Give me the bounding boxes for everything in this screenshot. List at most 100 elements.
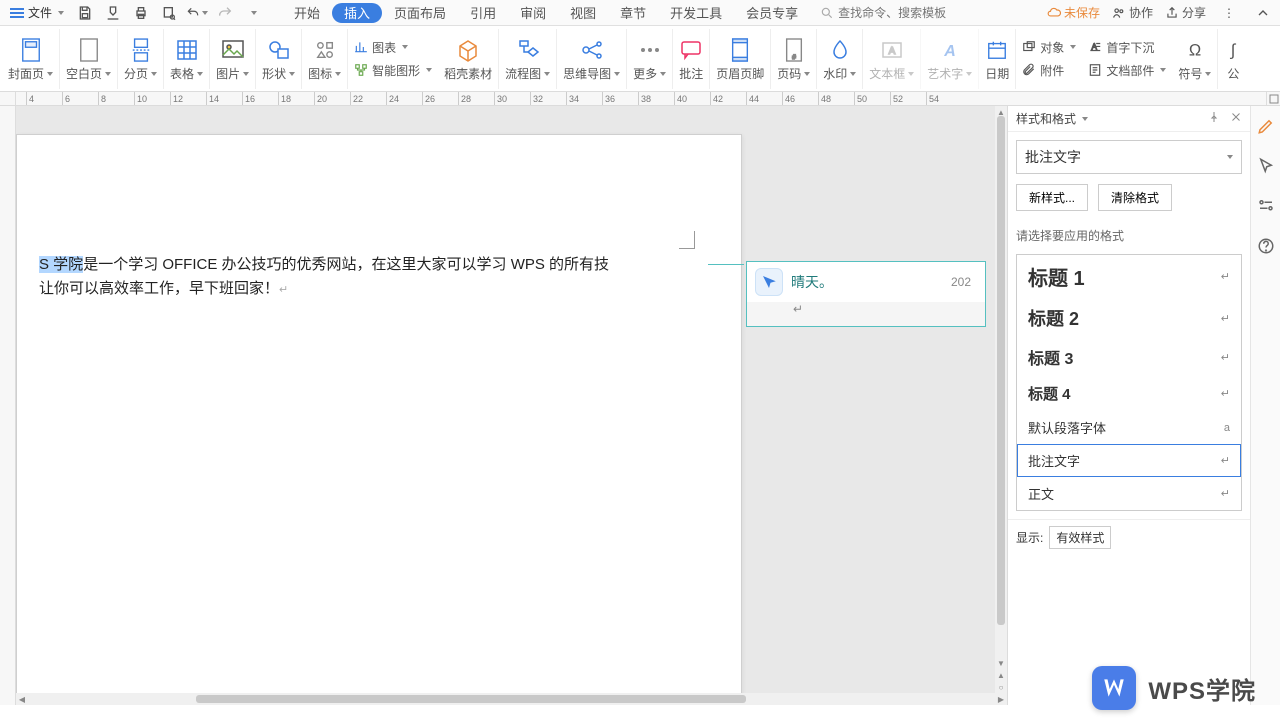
tab-section[interactable]: 章节: [608, 0, 658, 25]
textbox-button[interactable]: A文本框: [863, 29, 921, 89]
redo-button[interactable]: [214, 2, 236, 24]
style-item-mark: ↵: [1221, 487, 1230, 500]
tab-reference[interactable]: 引用: [458, 0, 508, 25]
shape-button[interactable]: 形状: [256, 29, 302, 89]
document-area[interactable]: S 学院是一个学习 OFFICE 办公技巧的优秀网站，在这里大家可以学习 WPS…: [16, 106, 1007, 705]
save-button[interactable]: [74, 2, 96, 24]
unsaved-status[interactable]: 未保存: [1047, 4, 1100, 21]
horizontal-scrollbar[interactable]: ◀ ▶: [16, 693, 1007, 705]
icon-button[interactable]: 图标: [302, 29, 348, 89]
horizontal-ruler[interactable]: 4681012141618202224262830323436384042444…: [16, 92, 1266, 105]
more-button[interactable]: 更多: [627, 29, 673, 89]
scroll-thumb[interactable]: [997, 116, 1005, 625]
ruler-tick: 42: [710, 92, 723, 105]
comment-button[interactable]: 批注: [673, 29, 710, 89]
undo-button[interactable]: [186, 2, 208, 24]
ruler-split[interactable]: [1266, 92, 1280, 105]
watermark-button[interactable]: 水印: [817, 29, 863, 89]
tab-view[interactable]: 视图: [558, 0, 608, 25]
paragraph-mark-icon: ↵: [279, 284, 288, 296]
command-search[interactable]: [820, 6, 1047, 20]
styles-panel: 样式和格式 批注文字 新样式... 清除格式 请选择要应用的格式 标题 1↵标题…: [1007, 106, 1250, 705]
ruler-tick: 26: [422, 92, 435, 105]
settings-icon[interactable]: [1256, 196, 1276, 216]
prev-page-arrow[interactable]: ▲: [995, 669, 1007, 681]
table-button[interactable]: 表格: [164, 29, 210, 89]
tab-start[interactable]: 开始: [282, 0, 332, 25]
tab-review[interactable]: 审阅: [508, 0, 558, 25]
first-drop-button[interactable]: A首字下沉: [1088, 39, 1166, 56]
clear-format-button[interactable]: 清除格式: [1098, 184, 1172, 211]
ruler-tick: 52: [890, 92, 903, 105]
pin-icon[interactable]: [1208, 111, 1220, 126]
browse-object[interactable]: ○: [995, 681, 1007, 693]
current-style-select[interactable]: 批注文字: [1016, 140, 1242, 174]
ruler-tick: 6: [62, 92, 70, 105]
hscroll-thumb[interactable]: [196, 695, 746, 703]
style-item[interactable]: 标题 4↵: [1017, 376, 1241, 411]
current-style-label: 批注文字: [1025, 147, 1081, 167]
new-style-button[interactable]: 新样式...: [1016, 184, 1088, 211]
wordart-button[interactable]: A艺术字: [921, 29, 979, 89]
cover-page-button[interactable]: 封面页: [2, 29, 60, 89]
share-button[interactable]: 分享: [1165, 4, 1206, 21]
object-button[interactable]: 对象: [1022, 39, 1076, 56]
more-menu[interactable]: ⋮: [1218, 2, 1240, 24]
qat-customize[interactable]: [242, 2, 264, 24]
style-item[interactable]: 标题 2↵: [1017, 298, 1241, 338]
picture-button[interactable]: 图片: [210, 29, 256, 89]
style-item[interactable]: 标题 3↵: [1017, 338, 1241, 376]
collapse-ribbon[interactable]: [1252, 2, 1274, 24]
share-label: 分享: [1182, 4, 1206, 21]
collab-button[interactable]: 协作: [1112, 4, 1153, 21]
smartart-button[interactable]: 智能图形: [354, 62, 432, 79]
show-select[interactable]: 有效样式: [1049, 526, 1111, 549]
flowchart-button[interactable]: 流程图: [499, 29, 557, 89]
export-button[interactable]: [102, 2, 124, 24]
vertical-scrollbar[interactable]: ▲ ▼ ▲ ○ ▼: [995, 106, 1007, 705]
style-item-label: 标题 4: [1028, 383, 1071, 404]
style-item[interactable]: 批注文字↵: [1017, 444, 1241, 477]
tab-dev[interactable]: 开发工具: [658, 0, 734, 25]
scroll-right-arrow[interactable]: ▶: [995, 693, 1007, 705]
doc-line2: 让你可以高效率工作，早下班回家！: [39, 280, 279, 297]
page-number-button[interactable]: #页码: [771, 29, 817, 89]
cloud-icon: [1047, 6, 1061, 20]
scroll-left-arrow[interactable]: ◀: [16, 693, 28, 705]
mindmap-button[interactable]: 思维导图: [557, 29, 627, 89]
blank-page-button[interactable]: 空白页: [60, 29, 118, 89]
command-search-input[interactable]: [838, 6, 978, 20]
date-button[interactable]: 日期: [979, 29, 1016, 89]
style-list[interactable]: 标题 1↵标题 2↵标题 3↵标题 4↵默认段落字体a批注文字↵正文↵: [1016, 254, 1242, 511]
file-menu[interactable]: 文件: [6, 2, 68, 23]
tab-member[interactable]: 会员专享: [734, 0, 810, 25]
style-item-label: 批注文字: [1028, 451, 1080, 470]
print-preview-button[interactable]: [158, 2, 180, 24]
chart-button[interactable]: 图表: [354, 39, 432, 56]
style-item[interactable]: 标题 1↵: [1017, 255, 1241, 298]
symbol-button[interactable]: Ω符号: [1172, 29, 1218, 89]
attach-button[interactable]: 附件: [1022, 62, 1076, 79]
close-icon[interactable]: [1230, 111, 1242, 126]
docparts-button[interactable]: 文档部件: [1088, 62, 1166, 79]
pen-tool-icon[interactable]: [1256, 116, 1276, 136]
page-break-button[interactable]: 分页: [118, 29, 164, 89]
style-item[interactable]: 默认段落字体a: [1017, 411, 1241, 444]
comment-body[interactable]: ↵: [747, 302, 985, 326]
scroll-down-arrow[interactable]: ▼: [995, 657, 1007, 669]
style-item[interactable]: 正文↵: [1017, 477, 1241, 510]
vertical-ruler[interactable]: [0, 106, 16, 705]
help-icon[interactable]: [1256, 236, 1276, 256]
header-footer-button[interactable]: 页眉页脚: [710, 29, 771, 89]
tab-pagelayout[interactable]: 页面布局: [382, 0, 458, 25]
select-tool-icon[interactable]: [1256, 156, 1276, 176]
svg-text:A: A: [888, 46, 895, 57]
doc-resources-button[interactable]: 稻壳素材: [438, 29, 499, 89]
print-button[interactable]: [130, 2, 152, 24]
comment-box[interactable]: 晴天。 202 ↵: [746, 261, 986, 327]
equation-button[interactable]: ∫公: [1218, 29, 1248, 89]
ruler-tick: 40: [674, 92, 687, 105]
doc-body[interactable]: S 学院是一个学习 OFFICE 办公技巧的优秀网站，在这里大家可以学习 WPS…: [39, 253, 691, 302]
tab-insert[interactable]: 插入: [332, 3, 382, 23]
caret-down-icon[interactable]: [1082, 117, 1088, 121]
